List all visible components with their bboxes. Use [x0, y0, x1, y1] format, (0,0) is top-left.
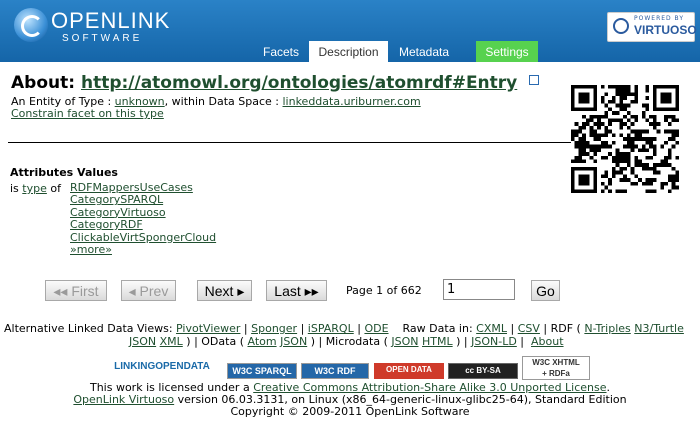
csv-link[interactable]: CSV	[518, 322, 540, 335]
about-link[interactable]: About	[531, 335, 564, 348]
alt-views-line-1: Alternative Linked Data Views: PivotView…	[4, 322, 684, 335]
external-link-icon[interactable]	[529, 75, 540, 85]
copyright-line: Copyright © 2009-2011 OpenLink Software	[230, 405, 470, 418]
attribute-values-list: RDFMappersUseCases CategorySPARQL Catego…	[70, 181, 216, 256]
prev-page-button[interactable]: ◂ Prev	[121, 280, 176, 301]
linking-open-data-badge[interactable]: LINKINGOPENDATA	[108, 356, 216, 378]
page-number-input[interactable]	[443, 279, 515, 300]
alt-views-line-2: JSON XML ) | OData ( Atom JSON ) | Micro…	[129, 335, 564, 348]
raw-data-label: Raw Data in:	[402, 322, 473, 335]
microdata-open: ) | Microdata (	[310, 335, 388, 348]
tab-facets[interactable]: Facets	[255, 41, 307, 62]
attribute-type-link[interactable]: type	[22, 182, 47, 195]
logo-main-text: OPENLINK	[51, 8, 171, 33]
attribute-of: of	[50, 182, 61, 195]
virtuoso-icon	[613, 18, 629, 34]
attributes-header: Attributes Values	[10, 166, 118, 179]
go-button[interactable]: Go	[531, 280, 560, 301]
value-link[interactable]: ClickableVirtSpongerCloud	[70, 231, 216, 244]
attribute-row-label: is type of	[10, 182, 61, 195]
entity-middle: , within Data Space :	[164, 95, 279, 108]
pivotviewer-link[interactable]: PivotViewer	[176, 322, 240, 335]
cc-by-sa-badge[interactable]: cc BY-SA	[448, 363, 518, 379]
alt-views-label: Alternative Linked Data Views:	[4, 322, 173, 335]
sponger-link[interactable]: Sponger	[251, 322, 297, 335]
logo-sub-text: SOFTWARE	[62, 33, 143, 44]
open-data-badge[interactable]: OPEN DATA	[374, 363, 444, 379]
page-indicator: Page 1 of 662	[346, 284, 422, 297]
powered-by-text: POWERED BY	[634, 15, 685, 22]
tab-settings[interactable]: Settings	[476, 41, 538, 62]
powered-by-virtuoso-logo[interactable]: POWERED BY VIRTUOSO	[607, 12, 697, 42]
last-page-button[interactable]: Last ▸▸	[266, 280, 327, 301]
odata-open: ) | OData (	[186, 335, 244, 348]
cxml-link[interactable]: CXML	[476, 322, 507, 335]
odata-json-link[interactable]: JSON	[280, 335, 307, 348]
more-values-link[interactable]: »more»	[70, 243, 112, 256]
tab-metadata[interactable]: Metadata	[391, 41, 457, 62]
value-link[interactable]: CategorySPARQL	[70, 193, 163, 206]
tab-description[interactable]: Description	[309, 41, 388, 62]
rdf-open: RDF (	[550, 322, 581, 335]
first-page-button[interactable]: ◂◂ First	[45, 280, 107, 301]
xhtml-rdfa-badge[interactable]: W3C XHTML + RDFa	[522, 356, 590, 380]
xml-link[interactable]: XML	[160, 335, 183, 348]
value-link[interactable]: RDFMappersUseCases	[70, 181, 193, 194]
divider	[8, 142, 571, 143]
microdata-json-link[interactable]: JSON	[391, 335, 418, 348]
constrain-facet-link[interactable]: Constrain facet on this type	[11, 107, 164, 120]
data-space-link[interactable]: linkeddata.uriburner.com	[283, 95, 421, 108]
header-bar: OPENLINK SOFTWARE POWERED BY VIRTUOSO Fa…	[0, 0, 700, 62]
value-link[interactable]: CategoryVirtuoso	[70, 206, 166, 219]
attribute-is: is	[10, 182, 19, 195]
openlink-logo[interactable]: OPENLINK SOFTWARE	[14, 6, 169, 46]
value-link[interactable]: CategoryRDF	[70, 218, 143, 231]
w3c-rdf-badge[interactable]: W3C RDF	[301, 363, 369, 379]
virtuoso-text: VIRTUOSO	[634, 23, 697, 37]
microdata-html-link[interactable]: HTML	[422, 335, 453, 348]
openlink-logo-icon	[14, 8, 48, 42]
about-label: About:	[11, 73, 76, 93]
w3c-sparql-badge[interactable]: W3C SPARQL	[227, 363, 297, 379]
xhtml-badge-line2: + RDFa	[542, 369, 570, 378]
isparql-link[interactable]: iSPARQL	[308, 322, 354, 335]
page-title: About: http://atomowl.org/ontologies/ato…	[11, 73, 540, 93]
json-ld-link[interactable]: JSON-LD	[471, 335, 517, 348]
atom-link[interactable]: Atom	[247, 335, 276, 348]
json-link[interactable]: JSON	[129, 335, 156, 348]
n3-turtle-link[interactable]: N3/Turtle	[634, 322, 684, 335]
ntriples-link[interactable]: N-Triples	[584, 322, 630, 335]
close-paren: ) |	[456, 335, 468, 348]
entity-uri-link[interactable]: http://atomowl.org/ontologies/atomrdf#En…	[81, 73, 517, 93]
xhtml-badge-line1: W3C XHTML	[532, 358, 580, 367]
qr-code	[571, 85, 679, 193]
ode-link[interactable]: ODE	[364, 322, 388, 335]
next-page-button[interactable]: Next ▸	[197, 280, 252, 301]
